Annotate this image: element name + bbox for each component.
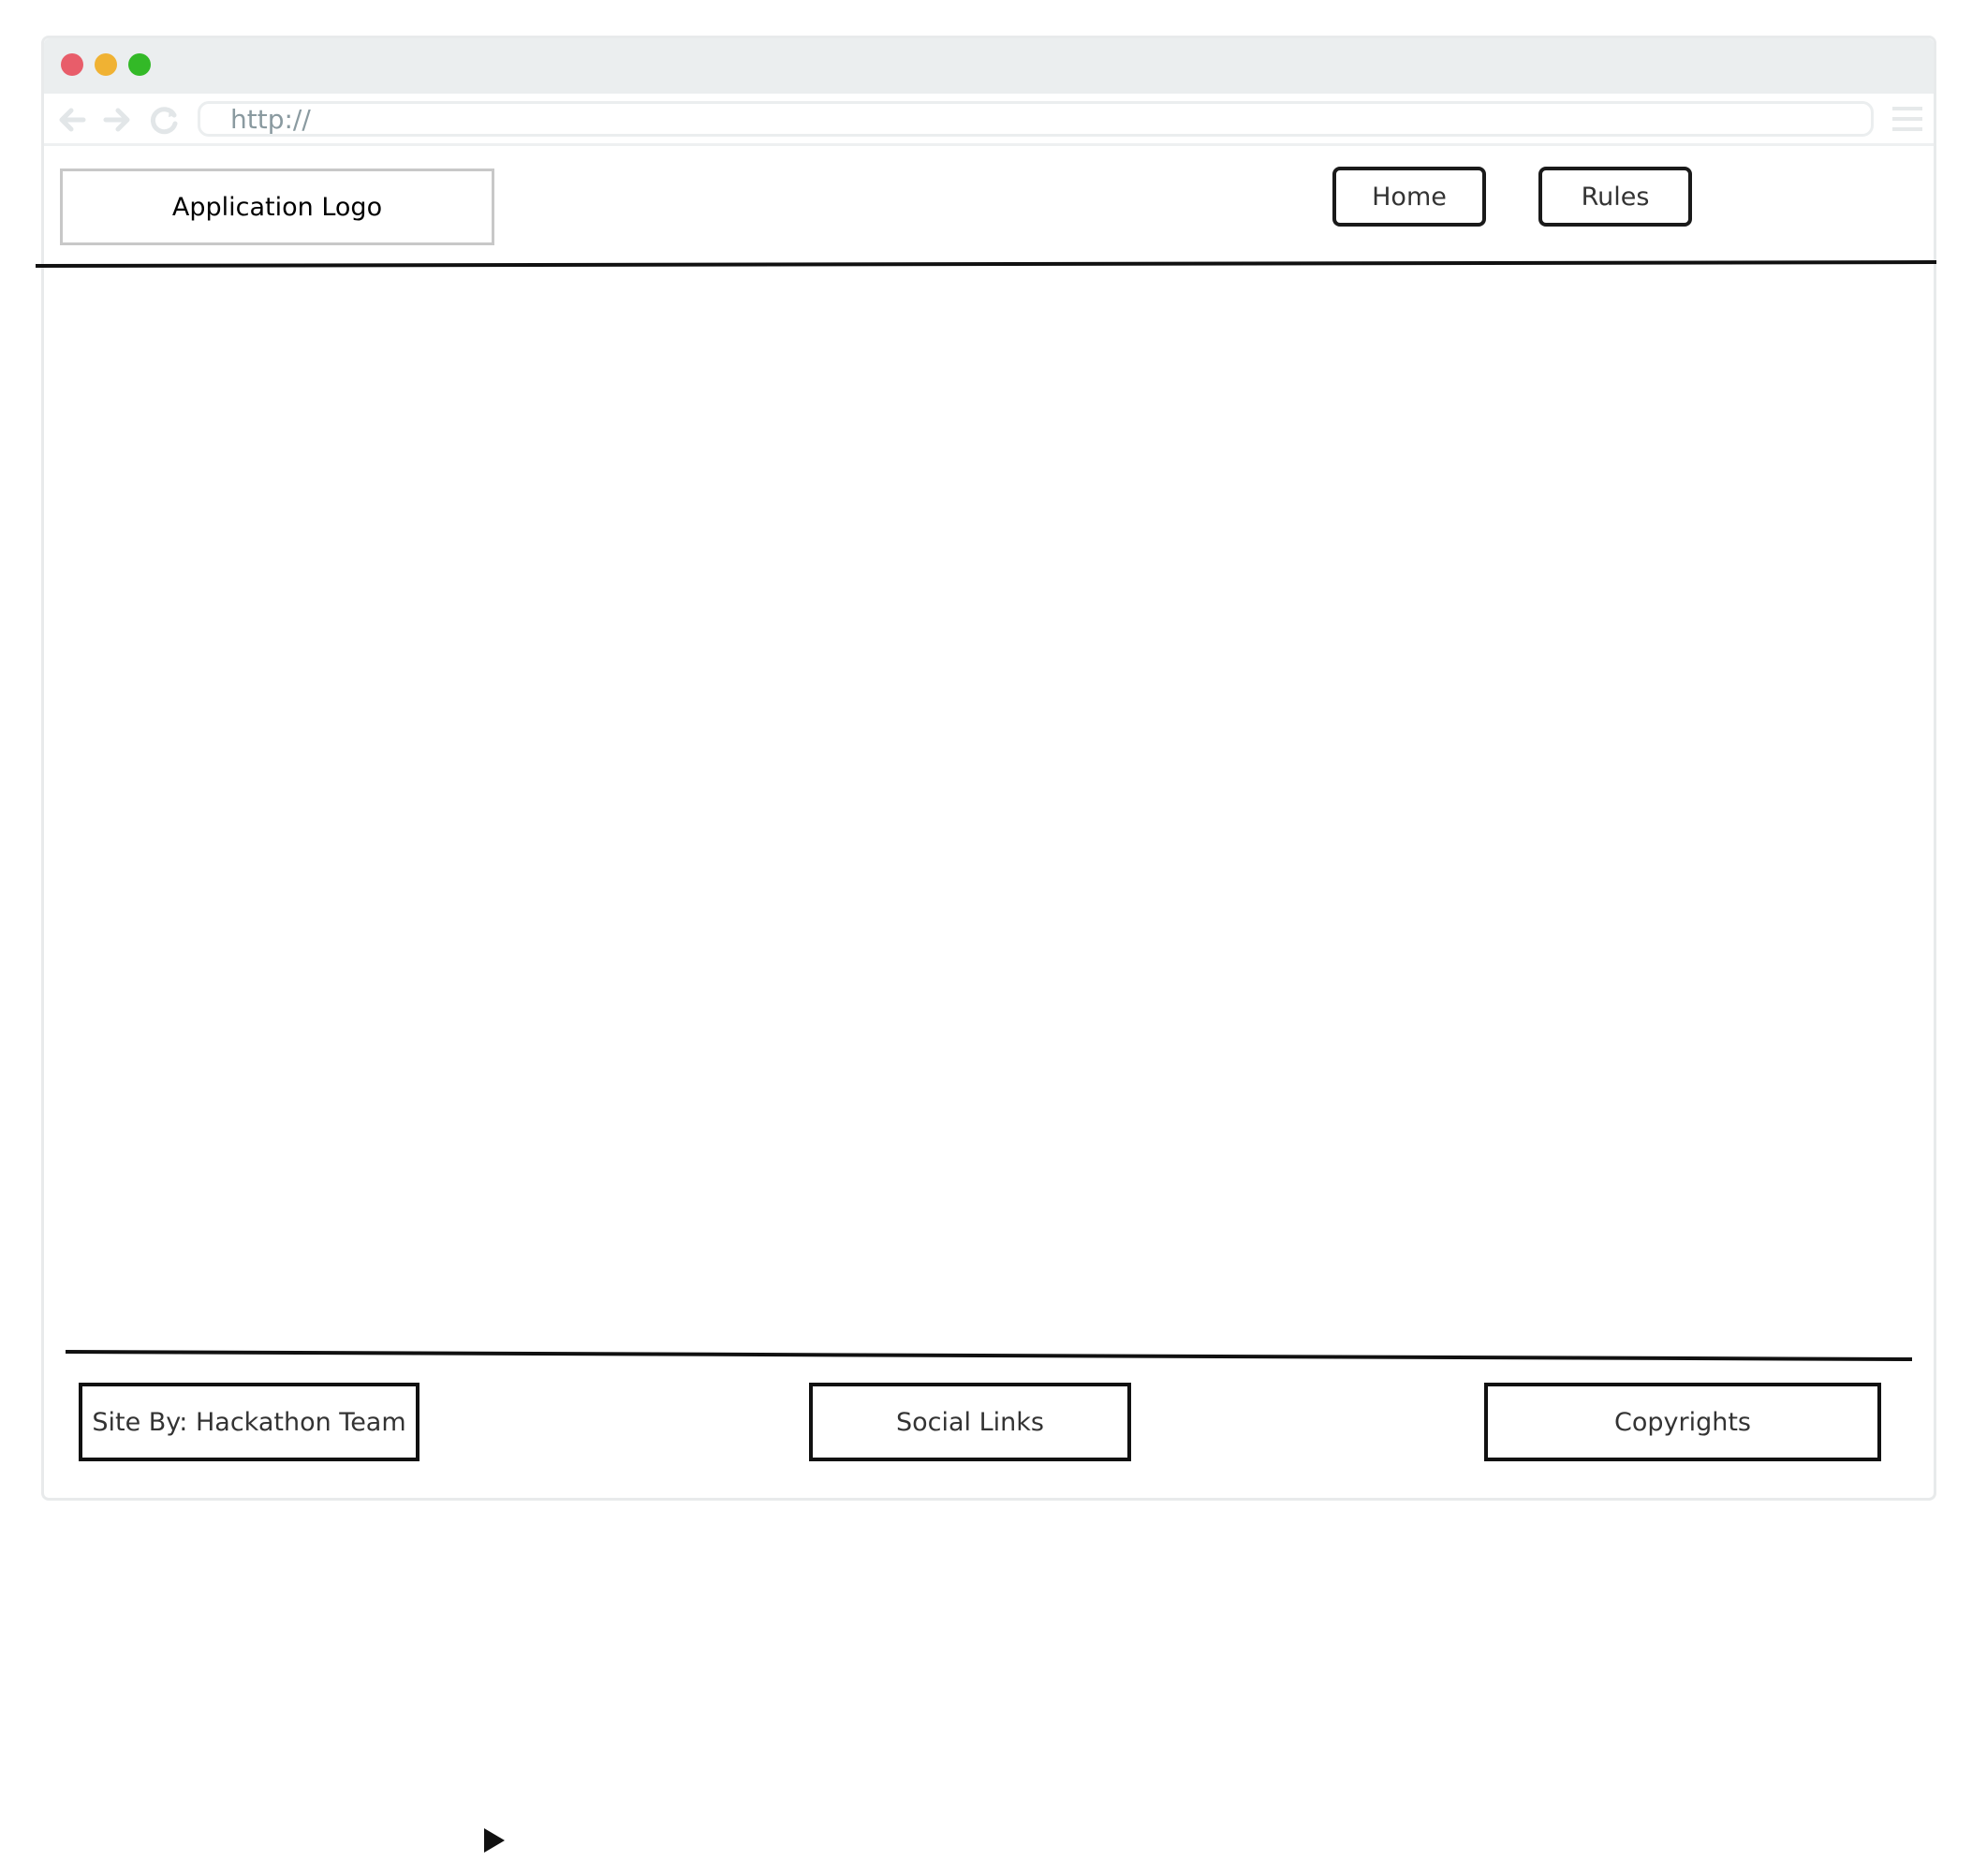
footer-divider [65, 1350, 1913, 1361]
header-divider [35, 260, 1937, 268]
site-by-credit: Site By: Hackathon Team [79, 1383, 419, 1461]
play-icon[interactable] [481, 1825, 508, 1859]
copyrights-notice: Copyrights [1484, 1383, 1881, 1461]
divider-lines [35, 260, 1937, 1361]
social-links-button[interactable]: Social Links [809, 1383, 1131, 1461]
